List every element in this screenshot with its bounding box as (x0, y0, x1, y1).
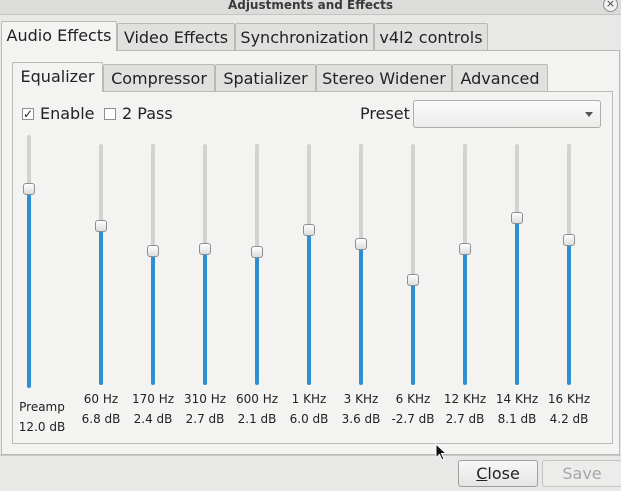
slider-handle[interactable] (251, 246, 263, 259)
mouse-pointer-icon (435, 443, 447, 461)
window-titlebar[interactable]: Adjustments and Effects × (0, 0, 621, 15)
band-slider[interactable] (501, 144, 533, 385)
band-frequency-label: 310 Hz (183, 392, 227, 406)
band-value-label: 2.7 dB (185, 412, 225, 426)
preset-select[interactable] (413, 100, 601, 128)
tab-audio-effects[interactable]: Audio Effects (1, 21, 117, 51)
band-frequency-label: 600 Hz (235, 392, 279, 406)
slider-handle[interactable] (303, 224, 315, 237)
two-pass-checkbox[interactable] (104, 108, 116, 120)
band-slider[interactable] (85, 144, 117, 385)
slider-fill (99, 225, 103, 385)
slider-handle[interactable] (23, 183, 35, 196)
slider-handle[interactable] (459, 243, 471, 256)
preamp-value: 12.0 dB (18, 420, 66, 434)
band-frequency-label: 14 KHz (495, 392, 539, 406)
slider-fill (151, 250, 155, 385)
band-frequency-label: 16 KHz (547, 392, 591, 406)
chevron-down-icon (585, 112, 593, 117)
enable-label[interactable]: Enable (40, 104, 95, 123)
band-value-label: 6.8 dB (81, 412, 121, 426)
band-frequency-label: 60 Hz (83, 392, 119, 406)
band-slider[interactable] (449, 144, 481, 385)
band-frequency-label: 12 KHz (443, 392, 487, 406)
close-button[interactable]: Close (458, 460, 538, 487)
band-slider[interactable] (345, 144, 377, 385)
tab-spatializer[interactable]: Spatializer (215, 64, 316, 92)
band-value-label: 2.1 dB (237, 412, 277, 426)
band-value-label: 8.1 dB (497, 412, 537, 426)
band-value-label: 3.6 dB (341, 412, 381, 426)
band-frequency-label: 170 Hz (131, 392, 175, 406)
slider-handle[interactable] (563, 234, 575, 247)
tab-stereo-widener[interactable]: Stereo Widener (316, 64, 452, 92)
slider-fill (463, 249, 467, 385)
band-frequency-label: 1 KHz (291, 392, 327, 406)
tab-synchronization[interactable]: Synchronization (235, 23, 374, 51)
slider-handle[interactable] (199, 243, 211, 256)
save-button[interactable]: Save (542, 460, 621, 487)
slider-fill (203, 249, 207, 385)
band-value-label: 4.2 dB (549, 412, 589, 426)
slider-fill (411, 279, 415, 385)
band-slider[interactable] (137, 144, 169, 385)
two-pass-label[interactable]: 2 Pass (122, 104, 173, 123)
slider-handle[interactable] (355, 237, 367, 250)
preset-label: Preset (360, 104, 410, 123)
slider-fill (567, 240, 571, 385)
slider-handle[interactable] (147, 244, 159, 257)
band-value-label: 2.4 dB (133, 412, 173, 426)
slider-fill (27, 189, 31, 388)
band-slider[interactable] (241, 144, 273, 385)
close-button-label: Close (476, 464, 520, 483)
band-slider[interactable] (397, 144, 429, 385)
preamp-slider[interactable] (13, 135, 45, 388)
slider-fill (515, 218, 519, 385)
band-value-label: -2.7 dB (391, 412, 435, 426)
band-slider[interactable] (553, 144, 585, 385)
tab-compressor[interactable]: Compressor (103, 64, 215, 92)
band-slider[interactable] (189, 144, 221, 385)
tab-v4l2-controls[interactable]: v4l2 controls (374, 23, 488, 51)
band-value-label: 2.7 dB (445, 412, 485, 426)
band-slider[interactable] (293, 144, 325, 385)
preamp-label: Preamp (19, 400, 65, 414)
slider-fill (255, 252, 259, 385)
slider-fill (307, 230, 311, 385)
enable-checkbox[interactable]: ✓ (22, 108, 34, 120)
window-title: Adjustments and Effects (227, 0, 394, 12)
slider-fill (359, 243, 363, 385)
band-value-label: 6.0 dB (289, 412, 329, 426)
tab-equalizer[interactable]: Equalizer (12, 62, 103, 92)
slider-handle[interactable] (95, 219, 107, 232)
band-frequency-label: 6 KHz (395, 392, 431, 406)
band-frequency-label: 3 KHz (343, 392, 379, 406)
tab-advanced[interactable]: Advanced (452, 64, 548, 92)
tab-video-effects[interactable]: Video Effects (117, 23, 235, 51)
slider-handle[interactable] (407, 273, 419, 286)
slider-handle[interactable] (511, 212, 523, 225)
